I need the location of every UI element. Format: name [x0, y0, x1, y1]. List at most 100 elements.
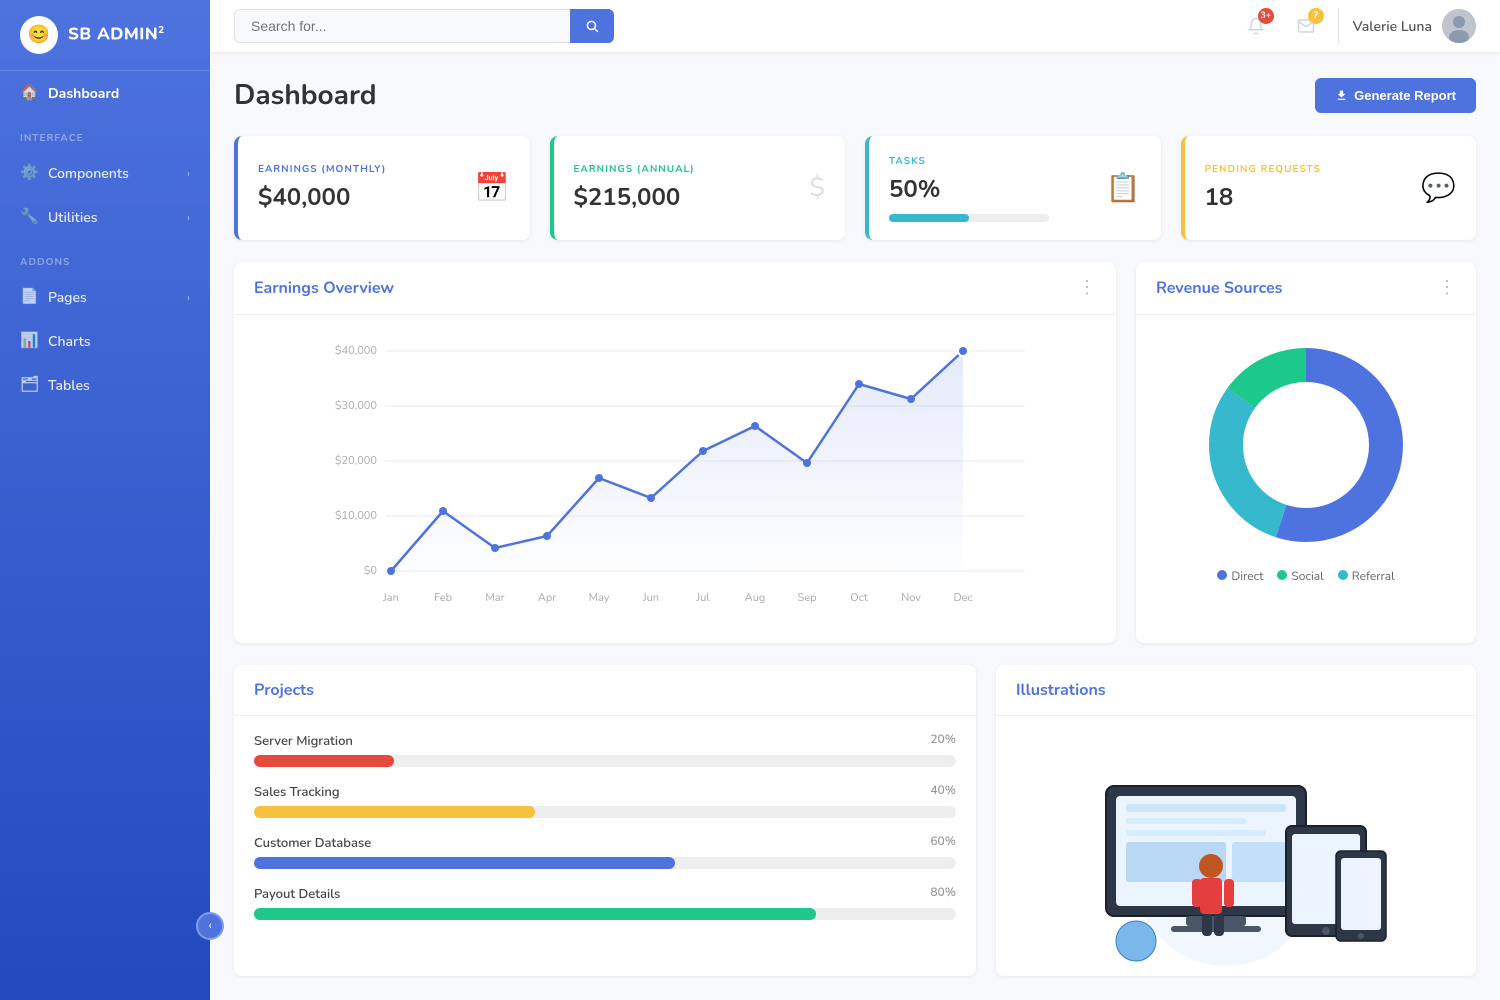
- sidebar-section-interface: INTERFACE: [0, 115, 210, 151]
- svg-text:Apr: Apr: [538, 590, 556, 605]
- stat-annual-label: EARNINGS (ANNUAL): [574, 162, 695, 176]
- stat-monthly-icon: 📅: [475, 169, 510, 207]
- tasks-progress-bg: [889, 214, 1049, 222]
- svg-text:$30,000: $30,000: [335, 398, 378, 413]
- project-customer-pct: 60%: [930, 834, 956, 852]
- stat-card-tasks: TASKS 50% 📋: [865, 136, 1161, 240]
- stat-card-annual: EARNINGS (ANNUAL) $215,000 $: [550, 136, 846, 240]
- notifications-badge: 3+: [1258, 8, 1274, 24]
- sidebar-collapse-button[interactable]: ‹: [196, 912, 224, 940]
- legend-social: Social: [1277, 569, 1323, 585]
- svg-text:Dec: Dec: [953, 590, 972, 605]
- bottom-row: Projects Server Migration 20%: [234, 665, 1476, 976]
- illustrations-title: Illustrations: [1016, 679, 1106, 701]
- project-payout-pct: 80%: [930, 885, 956, 903]
- project-sales-bar-bg: [254, 806, 956, 818]
- stat-card-monthly: EARNINGS (MONTHLY) $40,000 📅: [234, 136, 530, 240]
- stat-annual-value: $215,000: [574, 182, 695, 214]
- revenue-chart-header: Revenue Sources ⋮: [1136, 262, 1476, 315]
- topbar-divider: [1338, 8, 1339, 44]
- revenue-chart-menu[interactable]: ⋮: [1438, 276, 1456, 300]
- main-area: 3+ 7 Valerie Luna: [210, 0, 1500, 1000]
- sidebar-components-label: Components: [48, 164, 129, 183]
- search-button[interactable]: [570, 9, 614, 43]
- project-row-server: Server Migration 20%: [254, 732, 956, 767]
- svg-text:$0: $0: [364, 563, 378, 578]
- tasks-progress-fill: [889, 214, 969, 222]
- page-content: Dashboard Generate Report EARNINGS (MONT…: [210, 52, 1500, 1000]
- svg-text:May: May: [589, 590, 610, 605]
- pages-chevron: ›: [187, 290, 190, 305]
- utilities-icon: 🔧: [20, 207, 38, 227]
- projects-card: Projects Server Migration 20%: [234, 665, 976, 976]
- sidebar-item-utilities[interactable]: 🔧 Utilities ›: [0, 195, 210, 239]
- svg-text:Nov: Nov: [901, 590, 921, 605]
- project-server-label: Server Migration: [254, 732, 353, 750]
- brand-logo: 😊: [20, 16, 58, 54]
- revenue-chart-card: Revenue Sources ⋮: [1136, 262, 1476, 643]
- generate-report-button[interactable]: Generate Report: [1315, 78, 1476, 113]
- stat-pending-icon: 💬: [1421, 169, 1456, 207]
- sidebar-pages-label: Pages: [48, 288, 87, 307]
- project-server-bar-bg: [254, 755, 956, 767]
- projects-title: Projects: [254, 679, 314, 701]
- page-title: Dashboard: [234, 76, 377, 114]
- sidebar-item-dashboard[interactable]: 🏠 Dashboard: [0, 71, 210, 115]
- brand-name: SB ADMIN2: [68, 23, 165, 47]
- search-icon: [585, 19, 599, 33]
- sidebar-item-charts[interactable]: 📊 Charts: [0, 319, 210, 363]
- svg-text:Sep: Sep: [797, 590, 816, 605]
- earnings-chart-card: Earnings Overview ⋮ $0 $10,000 $20: [234, 262, 1116, 643]
- stat-annual-icon: $: [809, 171, 825, 206]
- generate-report-label: Generate Report: [1354, 88, 1456, 103]
- project-payout-bar-bg: [254, 908, 956, 920]
- user-menu[interactable]: Valerie Luna: [1353, 9, 1476, 43]
- illustration-svg: [1066, 746, 1406, 966]
- svg-text:Jan: Jan: [382, 590, 399, 605]
- svg-text:Jun: Jun: [642, 590, 659, 605]
- sidebar-utilities-label: Utilities: [48, 208, 98, 227]
- projects-header: Projects: [234, 665, 976, 716]
- components-chevron: ›: [187, 166, 190, 181]
- illustrations-card: Illustrations: [996, 665, 1476, 976]
- sidebar: 😊 SB ADMIN2 🏠 Dashboard INTERFACE ⚙️ Com…: [0, 0, 210, 1000]
- sidebar-item-components[interactable]: ⚙️ Components ›: [0, 151, 210, 195]
- notifications-button[interactable]: 3+: [1238, 8, 1274, 44]
- project-row-payout: Payout Details 80%: [254, 885, 956, 920]
- page-header: Dashboard Generate Report: [234, 76, 1476, 114]
- pages-icon: 📄: [20, 287, 38, 307]
- legend-direct-dot: [1217, 570, 1227, 580]
- earnings-chart-title: Earnings Overview: [254, 277, 394, 299]
- project-sales-bar: [254, 806, 535, 818]
- sidebar-item-pages[interactable]: 📄 Pages ›: [0, 275, 210, 319]
- stat-tasks-value: 50%: [889, 174, 1106, 206]
- stat-monthly-value: $40,000: [258, 182, 386, 214]
- user-avatar: [1442, 9, 1476, 43]
- revenue-chart-title: Revenue Sources: [1156, 277, 1282, 299]
- project-sales-label: Sales Tracking: [254, 783, 340, 801]
- svg-text:Aug: Aug: [745, 590, 766, 605]
- donut-legend: Direct Social Referral: [1217, 569, 1394, 585]
- sidebar-item-tables[interactable]: 🗂 Tables: [0, 363, 210, 407]
- sidebar-dashboard-label: Dashboard: [48, 84, 119, 103]
- search-input[interactable]: [234, 9, 614, 43]
- svg-text:$10,000: $10,000: [335, 508, 378, 523]
- svg-text:Jul: Jul: [696, 590, 711, 605]
- sidebar-section-addons: ADDONS: [0, 239, 210, 275]
- legend-direct: Direct: [1217, 569, 1263, 585]
- user-name: Valerie Luna: [1353, 17, 1432, 36]
- project-customer-bar-bg: [254, 857, 956, 869]
- illustration-area: [996, 716, 1476, 976]
- stat-monthly-label: EARNINGS (MONTHLY): [258, 162, 386, 176]
- earnings-chart-menu[interactable]: ⋮: [1078, 276, 1096, 300]
- dashboard-icon: 🏠: [20, 83, 38, 103]
- project-payout-bar: [254, 908, 816, 920]
- project-customer-label: Customer Database: [254, 834, 371, 852]
- utilities-chevron: ›: [187, 210, 190, 225]
- earnings-chart-header: Earnings Overview ⋮: [234, 262, 1116, 315]
- stat-pending-value: 18: [1205, 182, 1321, 214]
- illustrations-header: Illustrations: [996, 665, 1476, 716]
- stat-card-pending: PENDING REQUESTS 18 💬: [1181, 136, 1477, 240]
- sidebar-brand[interactable]: 😊 SB ADMIN2: [0, 0, 210, 71]
- messages-button[interactable]: 7: [1288, 8, 1324, 44]
